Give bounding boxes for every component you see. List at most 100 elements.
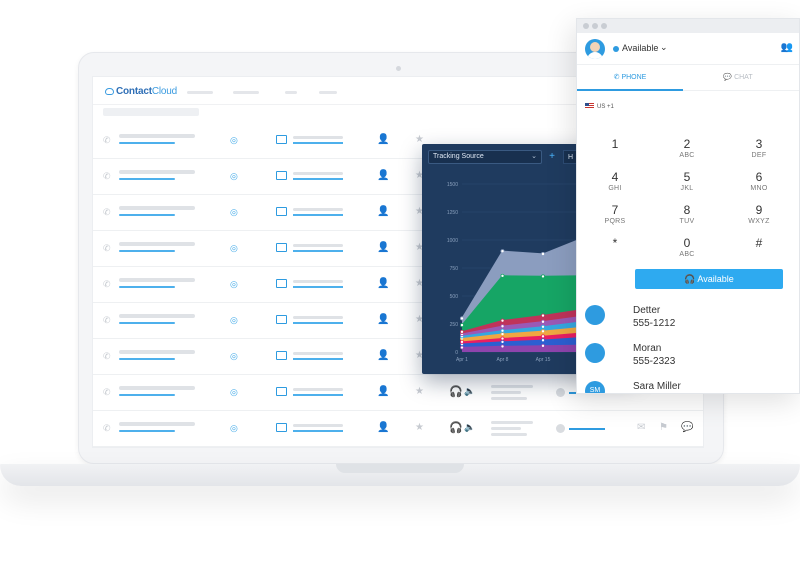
window-dot[interactable] — [601, 23, 607, 29]
star-icon[interactable]: ★ — [415, 422, 424, 433]
keypad-key-#[interactable]: # — [729, 236, 789, 268]
row-source-link[interactable] — [293, 358, 343, 360]
contact-item[interactable]: SM Sara Miller — [585, 381, 795, 393]
keypad-key-0[interactable]: 0 ABC — [657, 236, 717, 268]
user-icon[interactable]: 👤 — [377, 134, 389, 145]
keypad-key-1[interactable]: 1 — [585, 137, 645, 169]
row-link[interactable] — [119, 250, 175, 252]
phone-icon[interactable]: ✆ — [103, 243, 111, 254]
keypad-key-2[interactable]: 2 ABC — [657, 137, 717, 169]
filter-pill[interactable] — [103, 108, 199, 116]
chat-icon[interactable]: 💬 — [681, 422, 693, 433]
contact-item[interactable]: Detter 555-1212 — [585, 305, 795, 343]
row-link[interactable] — [119, 142, 175, 144]
chevron-down-icon[interactable]: ⌄ — [660, 42, 668, 53]
contacts-icon[interactable]: 👥 — [781, 42, 793, 53]
keypad-key-7[interactable]: 7 PQRS — [585, 203, 645, 235]
data-point[interactable] — [541, 338, 546, 343]
data-point[interactable] — [500, 339, 505, 344]
row-source-link[interactable] — [293, 430, 343, 432]
nav-item[interactable] — [233, 91, 259, 94]
tab-chat[interactable]: 💬 CHAT — [685, 65, 791, 91]
headset-icon[interactable]: 🎧 — [449, 421, 463, 434]
volume-icon[interactable]: 🔈 — [464, 422, 475, 433]
data-point[interactable] — [500, 336, 505, 341]
keypad-key-*[interactable]: * — [585, 236, 645, 268]
star-icon[interactable]: ★ — [415, 386, 424, 397]
data-point[interactable] — [500, 273, 505, 278]
phone-icon[interactable]: ✆ — [103, 207, 111, 218]
user-icon[interactable]: 👤 — [377, 278, 389, 289]
window-dot[interactable] — [592, 23, 598, 29]
data-point[interactable] — [541, 334, 546, 339]
status-label[interactable]: Available — [622, 43, 658, 53]
headset-icon[interactable]: 🎧 — [449, 385, 463, 398]
nav-item[interactable] — [187, 91, 213, 94]
row-source-link[interactable] — [293, 250, 343, 252]
row-source-link[interactable] — [293, 142, 343, 144]
row-source-link[interactable] — [293, 322, 343, 324]
nav-item[interactable] — [285, 91, 297, 94]
user-icon[interactable]: 👤 — [377, 206, 389, 217]
phone-icon[interactable]: ✆ — [103, 135, 111, 146]
data-point[interactable] — [541, 274, 546, 279]
phone-icon[interactable]: ✆ — [103, 279, 111, 290]
data-point[interactable] — [460, 339, 465, 344]
data-point[interactable] — [500, 318, 505, 323]
volume-icon[interactable]: 🔈 — [464, 386, 475, 397]
recording-progress[interactable] — [569, 428, 605, 430]
available-button[interactable]: 🎧 Available — [635, 269, 783, 289]
mail-icon[interactable]: ✉ — [637, 422, 645, 433]
window-dot[interactable] — [583, 23, 589, 29]
data-point[interactable] — [541, 343, 546, 348]
user-icon[interactable]: 👤 — [377, 350, 389, 361]
row-link[interactable] — [119, 286, 175, 288]
keypad-key-5[interactable]: 5 JKL — [657, 170, 717, 202]
table-row[interactable]: ✆ ◎ 👤 ★ 🎧 🔈 ✉ ⚑ 💬 — [93, 411, 703, 447]
keypad-key-8[interactable]: 8 TUV — [657, 203, 717, 235]
data-point[interactable] — [541, 319, 546, 324]
tracking-source-select[interactable]: Tracking Source ⌄ — [428, 150, 542, 164]
row-link[interactable] — [119, 322, 175, 324]
phone-icon[interactable]: ✆ — [103, 387, 111, 398]
row-source-link[interactable] — [293, 394, 343, 396]
phone-icon[interactable]: ✆ — [103, 315, 111, 326]
contactcloud-logo[interactable]: ContactCloud — [105, 86, 177, 97]
nav-item[interactable] — [319, 91, 337, 94]
data-point[interactable] — [500, 344, 505, 349]
data-point[interactable] — [460, 345, 465, 350]
contact-item[interactable]: Moran 555-2323 — [585, 343, 795, 381]
data-point[interactable] — [541, 329, 546, 334]
row-link[interactable] — [119, 358, 175, 360]
data-point[interactable] — [500, 324, 505, 329]
user-icon[interactable]: 👤 — [377, 242, 389, 253]
phone-icon[interactable]: ✆ — [103, 423, 111, 434]
user-icon[interactable]: 👤 — [377, 422, 389, 433]
row-source-link[interactable] — [293, 178, 343, 180]
recording-dot[interactable] — [556, 424, 565, 433]
contact-number[interactable]: 555-2323 — [633, 356, 675, 367]
data-point[interactable] — [460, 323, 465, 328]
data-point[interactable] — [460, 329, 465, 334]
keypad-key-4[interactable]: 4 GHI — [585, 170, 645, 202]
row-link[interactable] — [119, 394, 175, 396]
recording-dot[interactable] — [556, 388, 565, 397]
row-source-link[interactable] — [293, 214, 343, 216]
keypad-key-6[interactable]: 6 MNO — [729, 170, 789, 202]
phone-icon[interactable]: ✆ — [103, 351, 111, 362]
data-point[interactable] — [500, 328, 505, 333]
data-point[interactable] — [541, 313, 546, 318]
add-series-button[interactable]: + — [546, 150, 558, 164]
row-link[interactable] — [119, 430, 175, 432]
user-icon[interactable]: 👤 — [377, 386, 389, 397]
keypad-key-9[interactable]: 9 WXYZ — [729, 203, 789, 235]
data-point[interactable] — [460, 316, 465, 321]
row-source-link[interactable] — [293, 286, 343, 288]
row-link[interactable] — [119, 214, 175, 216]
contact-number[interactable]: 555-1212 — [633, 318, 675, 329]
user-icon[interactable]: 👤 — [377, 170, 389, 181]
user-icon[interactable]: 👤 — [377, 314, 389, 325]
phone-icon[interactable]: ✆ — [103, 171, 111, 182]
data-point[interactable] — [500, 332, 505, 337]
keypad-key-3[interactable]: 3 DEF — [729, 137, 789, 169]
